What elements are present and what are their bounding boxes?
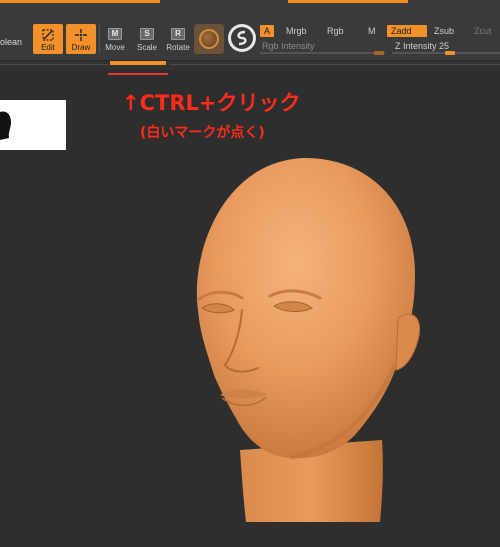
mrgb-toggle[interactable]: Mrgb [282,25,311,37]
move-button[interactable]: M Move [100,24,130,54]
annotation-underline [108,73,168,75]
rgb-intensity-slider[interactable] [260,52,385,54]
rgb-intensity-handle[interactable] [374,51,384,55]
subbar-divider [170,64,500,65]
rgb-toggle[interactable]: Rgb [323,25,348,37]
material-button[interactable] [194,24,224,54]
zadd-toggle[interactable]: Zadd [387,25,427,37]
stroke-button[interactable] [228,24,256,52]
draw-button[interactable]: Draw [66,24,96,54]
annotation-ctrl-click: ↑CTRL+クリック [122,91,301,115]
draw-label: Draw [71,43,91,52]
transform-selection-marker [110,61,166,65]
zcut-toggle[interactable]: Zcut [470,25,496,37]
edit-label: Edit [41,43,55,52]
model-thumbnail[interactable] [0,100,66,150]
m-toggle[interactable]: M [364,25,380,37]
toolbar-top-accent-right [288,0,408,3]
z-intensity-label: Z Intensity 25 [395,41,450,51]
edit-icon [42,29,54,41]
zsub-toggle[interactable]: Zsub [430,25,458,37]
scale-key-icon: S [140,28,154,40]
rotate-button[interactable]: R Rotate [163,24,193,54]
boolean-button-label[interactable]: olean [0,37,22,47]
stroke-icon [231,27,253,49]
scale-label: Scale [136,43,157,52]
z-intensity-handle[interactable] [445,51,455,55]
secondary-bar [0,60,500,70]
edit-button[interactable]: Edit [33,24,63,54]
toolbar-top-accent [0,0,160,3]
move-key-icon: M [108,28,122,40]
draw-icon [75,29,87,41]
annotation-white-mark-note: (白いマークが点く) [140,125,265,141]
rotate-label: Rotate [166,43,190,52]
a-toggle[interactable]: A [260,25,275,37]
rgb-intensity-label: Rgb Intensity [262,41,315,51]
head-silhouette-icon [0,111,11,140]
rotate-key-icon: R [171,28,185,40]
material-sphere-icon [199,29,219,49]
subbar-divider [0,64,108,65]
scale-button[interactable]: S Scale [132,24,162,54]
head-model[interactable] [170,150,440,540]
top-toolbar: olean Edit Draw M Move S Scale R Rotate [0,0,500,60]
move-label: Move [105,43,125,52]
